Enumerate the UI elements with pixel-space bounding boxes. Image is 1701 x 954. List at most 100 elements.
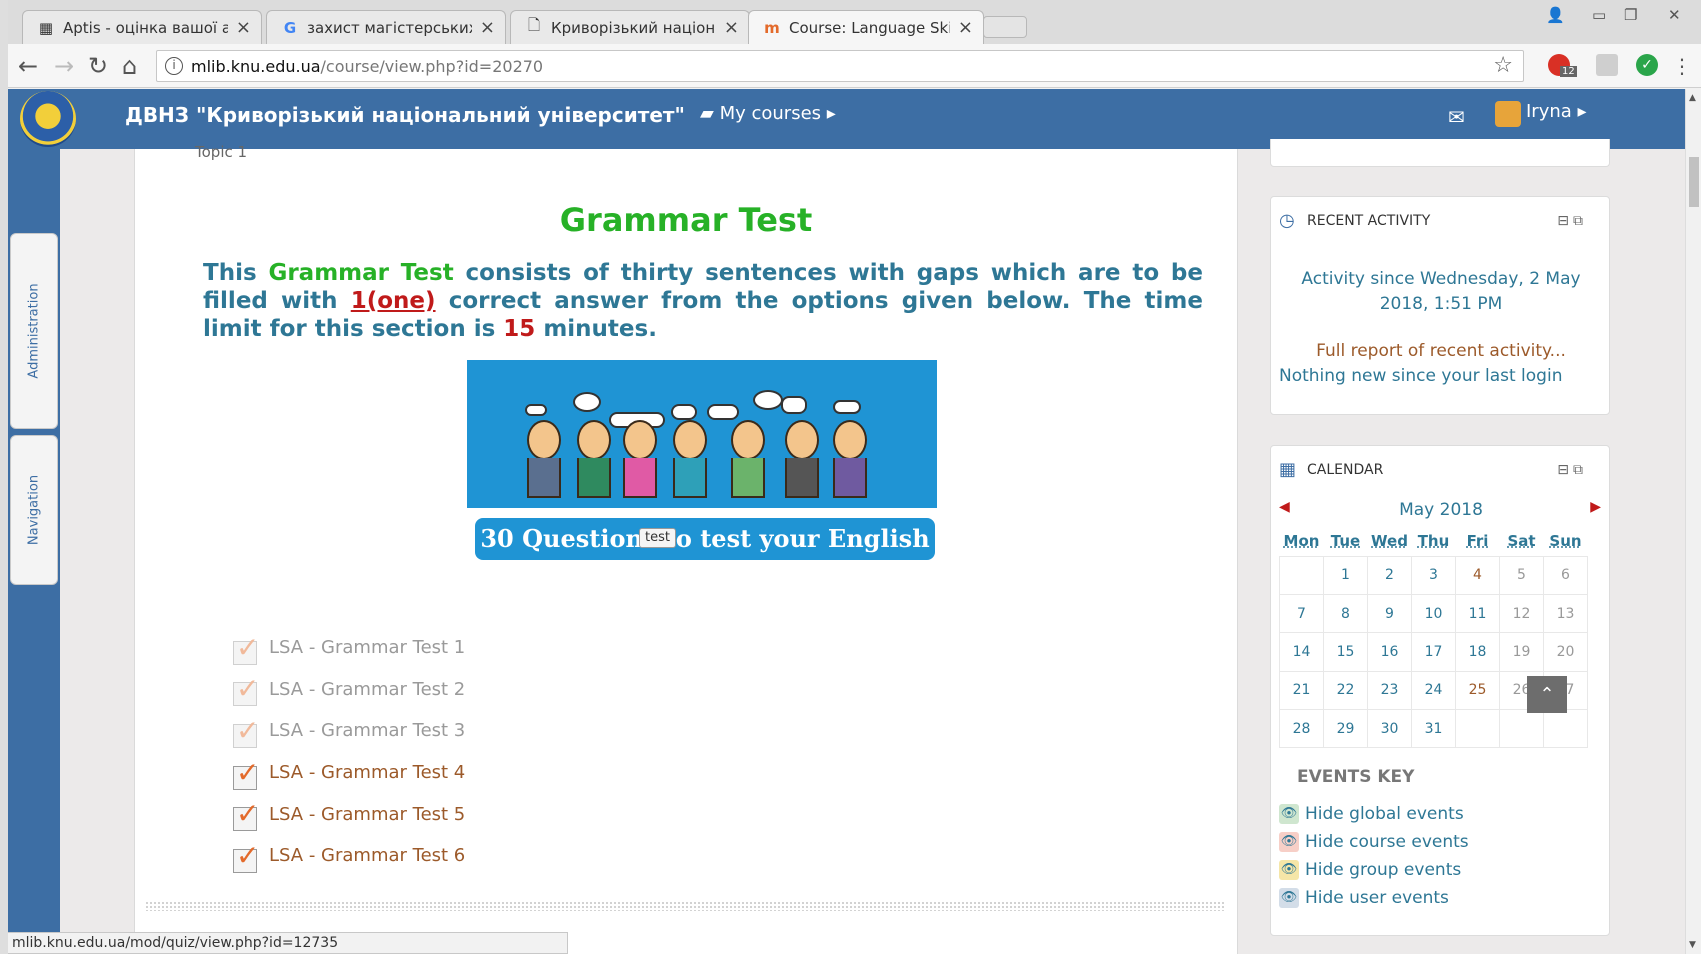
calendar-day[interactable]: 19 <box>1499 632 1544 672</box>
activity-quiz-2[interactable]: ✓ LSA - Grammar Test 2 <box>233 669 465 711</box>
calendar-day[interactable]: 28 <box>1279 709 1324 749</box>
activity-link[interactable]: LSA - Grammar Test 4 <box>269 762 465 783</box>
completion-checkbox[interactable]: ✓ <box>233 839 259 873</box>
calendar-day[interactable]: 7 <box>1279 593 1324 634</box>
scroll-thumb[interactable] <box>1689 157 1699 207</box>
calendar-day[interactable]: 12 <box>1499 593 1544 634</box>
page-scrollbar[interactable]: ▲ ▼ <box>1685 89 1701 954</box>
calendar-day[interactable]: 8 <box>1323 593 1368 634</box>
calendar-day[interactable]: 24 <box>1411 670 1456 711</box>
calendar-day[interactable]: 16 <box>1367 632 1412 672</box>
activity-quiz-1[interactable]: ✓ LSA - Grammar Test 1 <box>233 627 465 669</box>
close-tab-icon[interactable]: × <box>958 17 973 38</box>
completion-checkbox[interactable]: ✓ <box>233 756 259 790</box>
minimize-icon[interactable]: ▭ <box>1592 6 1606 24</box>
calendar-day[interactable]: 23 <box>1367 670 1412 711</box>
full-report-link[interactable]: Full report of recent activity... <box>1271 341 1611 361</box>
messages-icon[interactable]: ✉ <box>1448 105 1465 129</box>
dock-administration[interactable]: Administration <box>10 233 58 429</box>
pdf-extension-icon[interactable] <box>1596 54 1618 76</box>
events-key-label[interactable]: Hide group events <box>1305 860 1461 880</box>
calendar-day[interactable]: 11 <box>1455 593 1500 634</box>
scroll-up-icon[interactable]: ▲ <box>1689 93 1696 103</box>
activity-link[interactable]: LSA - Grammar Test 6 <box>269 845 465 866</box>
profile-icon[interactable]: 👤 <box>1546 6 1565 24</box>
completion-checkbox[interactable]: ✓ <box>233 672 259 707</box>
calendar-day-event[interactable]: 25 <box>1455 670 1500 711</box>
calendar-day-event[interactable]: 4 <box>1455 555 1500 595</box>
site-name[interactable]: ДВНЗ "Криворізький національний універси… <box>125 103 685 127</box>
tab-google[interactable]: G захист магістерських ро × <box>266 10 506 44</box>
forward-icon[interactable]: → <box>54 52 74 80</box>
menu-icon[interactable]: ⋮ <box>1672 54 1692 78</box>
restore-icon[interactable]: ❐ <box>1624 6 1637 24</box>
dock-block-icon[interactable]: ⧉ <box>1573 462 1587 478</box>
back-icon[interactable]: ← <box>18 52 38 80</box>
calendar-day[interactable]: 31 <box>1411 709 1456 749</box>
activity-quiz-3[interactable]: ✓ LSA - Grammar Test 3 <box>233 710 465 752</box>
calendar-day[interactable]: 9 <box>1367 593 1412 634</box>
close-tab-icon[interactable]: × <box>480 17 495 38</box>
minimize-block-icon[interactable]: ⊟ <box>1557 213 1573 229</box>
tab-aptis[interactable]: ▦ Aptis - оцінка вашої анг × <box>22 10 262 44</box>
calendar-day[interactable]: 17 <box>1411 632 1456 672</box>
block-controls[interactable]: ⊟⧉ <box>1557 213 1587 229</box>
activity-link[interactable]: LSA - Grammar Test 3 <box>269 720 465 741</box>
calendar-day[interactable]: 14 <box>1279 632 1324 672</box>
reload-icon[interactable]: ↻ <box>88 52 108 80</box>
activity-quiz-4[interactable]: ✓ LSA - Grammar Test 4 <box>233 752 465 794</box>
activity-link[interactable]: LSA - Grammar Test 1 <box>269 637 465 658</box>
calendar-day[interactable]: 5 <box>1499 555 1544 595</box>
completion-checkbox[interactable]: ✓ <box>233 797 259 832</box>
back-to-top-button[interactable]: ⌃ <box>1527 676 1567 713</box>
dock-block-icon[interactable]: ⧉ <box>1573 213 1587 229</box>
calendar-day[interactable]: 22 <box>1323 670 1368 711</box>
calendar-day[interactable]: 13 <box>1543 593 1588 634</box>
close-tab-icon[interactable]: × <box>236 17 251 38</box>
bookmark-star-icon[interactable]: ☆ <box>1493 53 1513 78</box>
home-icon[interactable]: ⌂ <box>122 52 137 80</box>
calendar-day[interactable]: 6 <box>1543 555 1588 595</box>
calendar-day[interactable]: 18 <box>1455 632 1500 672</box>
close-window-icon[interactable]: ✕ <box>1668 6 1681 24</box>
scroll-down-icon[interactable]: ▼ <box>1689 940 1696 950</box>
hide-course-events[interactable]: 👁 Hide course events <box>1279 832 1469 852</box>
calendar-day[interactable]: 15 <box>1323 632 1368 672</box>
events-key-label[interactable]: Hide course events <box>1305 832 1469 852</box>
close-tab-icon[interactable]: × <box>724 17 739 38</box>
dock-navigation[interactable]: Navigation <box>10 435 58 585</box>
address-bar[interactable]: i mlib.knu.edu.ua /course/view.php?id=20… <box>156 50 1524 82</box>
activity-quiz-5[interactable]: ✓ LSA - Grammar Test 5 <box>233 793 465 835</box>
hide-group-events[interactable]: 👁 Hide group events <box>1279 860 1461 880</box>
calendar-day[interactable]: 2 <box>1367 555 1412 595</box>
university-logo[interactable] <box>20 91 76 147</box>
next-month-icon[interactable]: ▶ <box>1590 499 1601 515</box>
completion-checkbox[interactable]: ✓ <box>233 714 259 748</box>
calendar-day[interactable]: 10 <box>1411 593 1456 634</box>
activity-link[interactable]: LSA - Grammar Test 5 <box>269 804 465 825</box>
calendar-day[interactable]: 30 <box>1367 709 1412 749</box>
events-key-label[interactable]: Hide user events <box>1305 888 1449 908</box>
completion-checkbox[interactable]: ✓ <box>233 631 259 665</box>
user-menu[interactable]: Iryna ▸ <box>1526 101 1587 122</box>
minimize-block-icon[interactable]: ⊟ <box>1557 462 1573 478</box>
calendar-day[interactable]: 1 <box>1323 555 1368 595</box>
activity-quiz-6[interactable]: ✓ LSA - Grammar Test 6 <box>233 835 465 877</box>
avatar[interactable] <box>1495 101 1521 127</box>
hide-user-events[interactable]: 👁 Hide user events <box>1279 888 1449 908</box>
calendar-month[interactable]: May 2018 <box>1271 500 1611 520</box>
calendar-day[interactable]: 29 <box>1323 709 1368 749</box>
tab-knu[interactable]: 🗋 Криворізький національ × <box>510 10 750 44</box>
site-info-icon[interactable]: i <box>165 57 183 75</box>
calendar-day[interactable]: 3 <box>1411 555 1456 595</box>
tab-course[interactable]: m Course: Language Skills A × <box>748 10 984 44</box>
hide-global-events[interactable]: 👁 Hide global events <box>1279 804 1464 824</box>
my-courses-menu[interactable]: ▰ My courses ▸ <box>700 103 836 124</box>
block-controls[interactable]: ⊟⧉ <box>1557 462 1587 478</box>
calendar-day[interactable]: 21 <box>1279 670 1324 711</box>
events-key-label[interactable]: Hide global events <box>1305 804 1464 824</box>
check-extension-icon[interactable]: ✓ <box>1636 54 1658 76</box>
activity-link[interactable]: LSA - Grammar Test 2 <box>269 679 465 700</box>
new-tab-button[interactable] <box>983 16 1027 38</box>
calendar-day[interactable]: 20 <box>1543 632 1588 672</box>
